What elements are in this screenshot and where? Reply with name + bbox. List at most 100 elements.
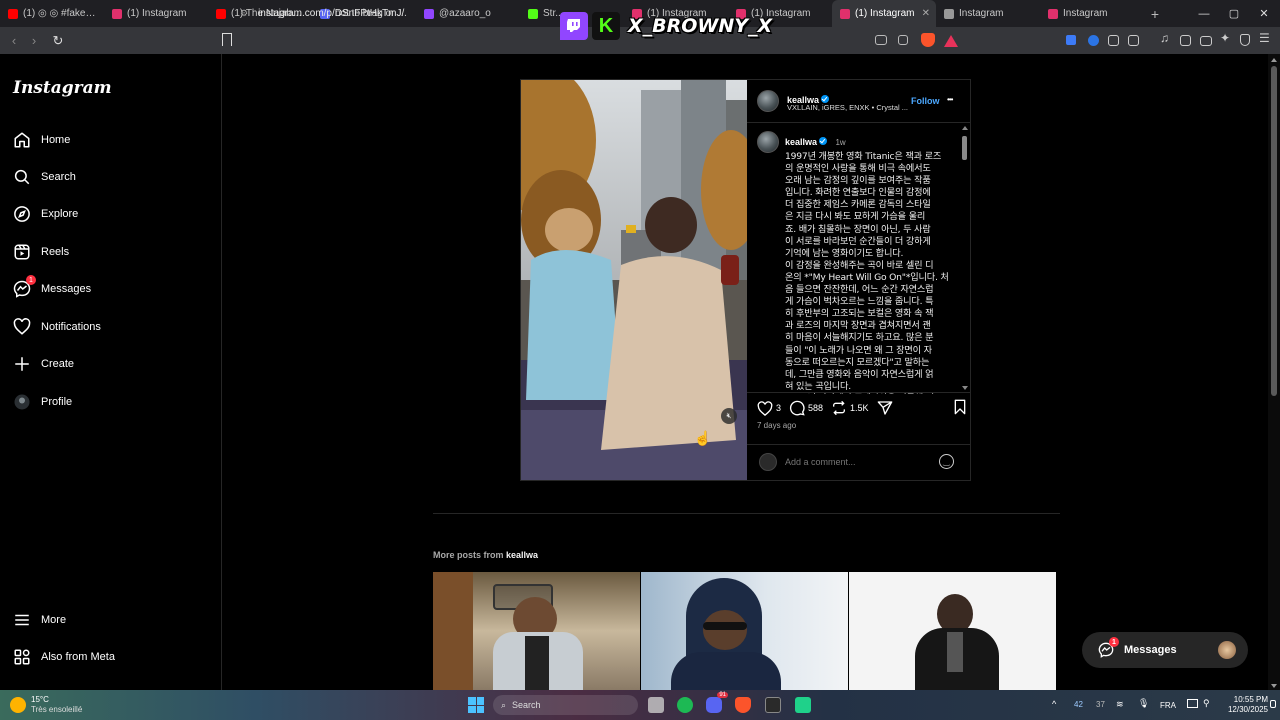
browser-tab[interactable]: Instagram	[1040, 0, 1144, 27]
network-icon[interactable]: ⚲	[1203, 698, 1210, 709]
instagram-logo[interactable]: Instagram	[13, 78, 112, 98]
mouse-cursor-icon: ☝	[694, 430, 712, 446]
messages-pill-badge: 1	[1109, 637, 1119, 647]
extension-box-icon[interactable]	[1128, 35, 1139, 46]
caption-scrollbar[interactable]	[961, 126, 968, 390]
vpn-icon[interactable]	[1240, 34, 1250, 46]
sidebar-toggle-icon[interactable]	[1180, 35, 1191, 46]
more-post-thumbnail[interactable]	[641, 572, 848, 690]
notification-center-icon[interactable]	[1270, 700, 1276, 708]
home-icon	[13, 131, 31, 149]
emoji-icon[interactable]: ‿	[939, 454, 954, 469]
media-controls-icon[interactable]: ♫	[1160, 31, 1174, 45]
window-minimize-button[interactable]: —	[1188, 0, 1220, 27]
leo-ai-icon[interactable]: ✦	[1220, 31, 1234, 45]
post-time-ago[interactable]: 7 days ago	[757, 421, 796, 430]
new-tab-button[interactable]: +	[1144, 6, 1166, 22]
like-button[interactable]: 3	[757, 400, 782, 416]
tab-favicon-icon	[112, 8, 122, 19]
site-info-icon[interactable]: ⚙	[240, 8, 248, 19]
weather-icon[interactable]	[10, 697, 26, 713]
discord-icon[interactable]: 91	[706, 692, 728, 713]
weather-desc[interactable]: Très ensoleillé	[31, 705, 82, 715]
display-icon[interactable]	[1187, 699, 1198, 708]
post-modal: 🔇︎ keallwa VXLLAIN, iGRES, ENXK • Crysta…	[520, 79, 971, 481]
share-button[interactable]	[877, 400, 893, 416]
page-scrollbar[interactable]	[1268, 54, 1280, 690]
windows-start-icon[interactable]	[468, 697, 484, 713]
clock-date[interactable]: 12/30/2025	[1226, 705, 1268, 715]
messages-pill-button[interactable]: 1 Messages	[1082, 632, 1248, 668]
author-avatar[interactable]	[757, 90, 779, 112]
sidebar-item-messages[interactable]: 1 Messages	[13, 275, 91, 301]
messages-pill-label: Messages	[1124, 644, 1177, 656]
commenter-avatar	[759, 453, 777, 471]
plus-icon	[13, 355, 31, 373]
more-post-thumbnail[interactable]	[433, 572, 640, 690]
browser-tab[interactable]: (1) Instagram	[104, 0, 208, 27]
sidebar-item-explore[interactable]: Explore	[13, 202, 78, 226]
more-post-thumbnail[interactable]	[849, 572, 1056, 690]
spotify-icon[interactable]	[677, 697, 693, 713]
follow-button[interactable]: Follow	[911, 96, 940, 106]
browser-menu-icon[interactable]: ☰	[1259, 31, 1273, 45]
repost-button[interactable]: 1.5K	[831, 400, 869, 416]
comment-button[interactable]: 588	[789, 400, 823, 416]
task-view-icon[interactable]	[648, 697, 664, 713]
tray-number-1[interactable]: 42	[1074, 700, 1083, 709]
repost-count: 1.5K	[850, 403, 869, 413]
sidebar-item-home[interactable]: Home	[13, 128, 70, 152]
sidebar-item-also-from-meta[interactable]: Also from Meta	[13, 645, 115, 669]
sidebar-item-label: Notifications	[41, 321, 101, 333]
wallet-icon[interactable]	[1200, 36, 1212, 46]
share-icon[interactable]	[898, 35, 908, 45]
weather-temp[interactable]: 15°C	[31, 695, 82, 705]
window-maximize-button[interactable]: ▢	[1218, 0, 1250, 27]
more-options-icon[interactable]: •••	[947, 95, 953, 104]
extensions-puzzle-icon[interactable]	[1108, 35, 1119, 46]
sidebar-item-create[interactable]: Create	[13, 352, 74, 376]
sidebar-item-more[interactable]: More	[13, 608, 66, 632]
window-close-button[interactable]: ✕	[1248, 0, 1280, 27]
bookmark-icon[interactable]	[222, 33, 232, 46]
brave-rewards-icon[interactable]	[944, 35, 958, 47]
wifi-icon[interactable]: ≋	[1116, 699, 1124, 710]
comment-icon	[789, 400, 805, 416]
compass-icon	[13, 205, 31, 223]
brave-shield-icon[interactable]	[921, 33, 935, 47]
caption-username[interactable]: keallwa	[785, 137, 817, 147]
post-audio-subtitle[interactable]: VXLLAIN, iGRES, ENXK • Crystal ...	[787, 103, 911, 112]
messenger-icon: 1	[1098, 637, 1119, 658]
tray-expand-icon[interactable]: ^	[1052, 699, 1056, 709]
more-posts-username[interactable]: keallwa	[506, 550, 538, 560]
extension-circle-icon[interactable]	[1088, 35, 1099, 46]
save-button[interactable]	[953, 399, 967, 417]
tray-number-2[interactable]: 37	[1096, 700, 1105, 709]
discord-badge: 91	[717, 692, 728, 698]
forward-icon[interactable]: ›	[24, 33, 44, 48]
reload-icon[interactable]: ↻	[48, 33, 68, 49]
sidebar-item-reels[interactable]: Reels	[13, 240, 69, 264]
mute-icon[interactable]: 🔇︎	[721, 408, 737, 424]
like-count: 3	[776, 403, 782, 413]
comment-input[interactable]	[785, 454, 935, 470]
sidebar-item-profile[interactable]: Profile	[13, 390, 72, 414]
microphone-icon[interactable]: 🎙︎	[1138, 698, 1149, 709]
taskbar-search-label: Search	[512, 700, 541, 710]
back-icon[interactable]: ‹	[4, 33, 24, 48]
post-video[interactable]: 🔇︎	[521, 80, 747, 480]
epic-games-icon[interactable]	[765, 697, 781, 713]
tab-label: (1) ◎ ◎ #fakepran	[23, 8, 96, 19]
language-indicator[interactable]: FRA	[1160, 701, 1176, 710]
sidebar-item-notifications[interactable]: Notifications	[13, 315, 101, 339]
sidebar-item-search[interactable]: Search	[13, 165, 76, 189]
extension-wave-icon[interactable]	[1066, 35, 1076, 45]
browser-tab[interactable]: (1) ◎ ◎ #fakepran	[0, 0, 104, 27]
brave-icon[interactable]	[735, 697, 751, 713]
install-app-icon[interactable]	[875, 35, 887, 45]
app-green-icon[interactable]	[795, 697, 811, 713]
caption-avatar[interactable]	[757, 131, 779, 153]
clock-time[interactable]: 10:55 PM	[1226, 695, 1268, 705]
caption-text: 1997년 개봉한 영화 Titanic은 잭과 로즈 의 운명적인 사랑을 통…	[785, 151, 949, 394]
taskbar-search[interactable]: ⌕ Search	[493, 695, 638, 715]
